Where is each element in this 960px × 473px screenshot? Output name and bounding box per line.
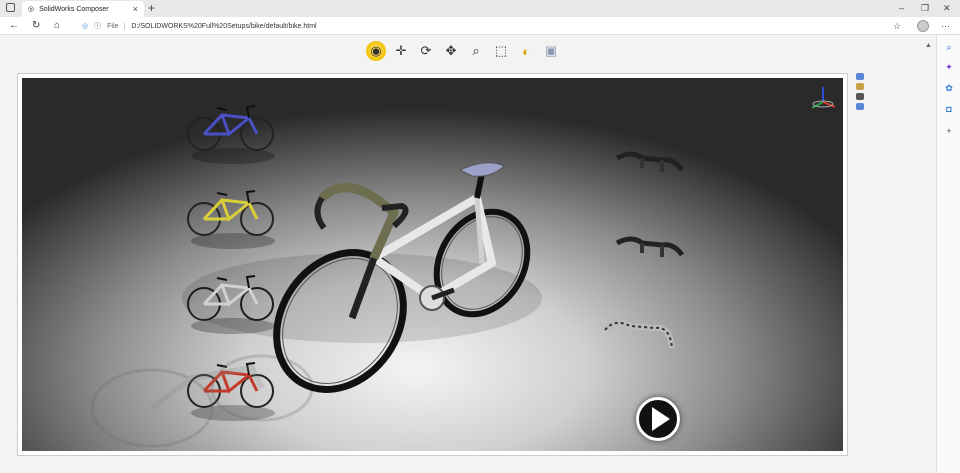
reload-button[interactable]: ↻ — [32, 18, 40, 34]
handlebar-thumbnail-2[interactable] — [615, 236, 685, 257]
browser-menu-button[interactable]: ··· — [941, 18, 950, 34]
tab-title: SolidWorks Composer — [39, 5, 109, 13]
tab-solidworks-composer[interactable]: ◎ SolidWorks Composer × — [22, 1, 144, 17]
back-button[interactable]: ← — [9, 18, 19, 34]
browser-sidebar: ⌕ ✦ ✿ ◘ + — [936, 35, 960, 473]
minimize-button[interactable]: – — [899, 0, 904, 17]
games-icon[interactable]: ✿ — [943, 82, 955, 94]
axis-gizmo-icon[interactable] — [808, 82, 838, 112]
add-sidebar-app-icon[interactable]: + — [943, 125, 955, 137]
bike-thumbnail-yellow[interactable] — [187, 190, 275, 249]
address-bar-row: ← ↻ ⌂ ◎ ⓘ File D:/SOLIDWORKS%20Full%20Se… — [0, 17, 960, 35]
address-field[interactable]: ◎ ⓘ File D:/SOLIDWORKS%20Full%20Setups/b… — [76, 19, 911, 33]
scene-svg — [90, 105, 685, 448]
url-scheme-label: File — [107, 22, 126, 30]
lighting-button[interactable]: ◐ — [516, 41, 536, 61]
move-button[interactable]: ✥ — [441, 41, 461, 61]
url-text: D:/SOLIDWORKS%20Full%20Setups/bike/defau… — [131, 22, 317, 30]
tab-close-icon[interactable]: × — [133, 4, 138, 14]
viewer-side-icons — [856, 73, 866, 113]
pan-button[interactable]: ✛ — [391, 41, 411, 61]
handlebar-thumbnail-1[interactable] — [615, 151, 685, 172]
restore-button[interactable]: ❐ — [921, 0, 929, 17]
layers-icon[interactable] — [856, 83, 864, 90]
render-mode-button[interactable]: ▣ — [541, 41, 561, 61]
search-icon[interactable]: ⌕ — [943, 41, 955, 53]
composer-toolbar: ◉ ✛ ⟳ ✥ ⌕ ⬚ ◐ ▣ — [364, 38, 564, 64]
close-window-button[interactable]: ✕ — [943, 0, 951, 17]
properties-icon[interactable] — [856, 93, 864, 100]
view-cube-icon[interactable] — [856, 73, 864, 80]
profile-avatar[interactable] — [917, 20, 929, 32]
bike-thumbnail-blue[interactable] — [187, 105, 275, 164]
handlebar-thumbnail-3[interactable] — [602, 319, 675, 349]
favorites-icon[interactable]: ☆ — [893, 18, 901, 34]
copilot-icon[interactable]: ✦ — [943, 61, 955, 73]
select-mode-button[interactable]: ◉ — [366, 41, 386, 61]
site-info-icon[interactable]: ◎ — [82, 22, 88, 30]
collaboration-icon[interactable] — [856, 103, 864, 110]
play-icon — [651, 407, 670, 431]
new-tab-button[interactable]: + — [148, 0, 155, 17]
info-icon[interactable]: ⓘ — [94, 21, 101, 31]
rotate-button[interactable]: ⟳ — [416, 41, 436, 61]
play-animation-button[interactable] — [636, 397, 680, 441]
zoom-area-button[interactable]: ⬚ — [491, 41, 511, 61]
tab-strip: ◎ SolidWorks Composer × + – ❐ ✕ — [0, 0, 960, 17]
bike-reflection — [90, 354, 314, 448]
page-favicon-icon: ◎ — [28, 6, 35, 13]
scrollbar-up-arrow[interactable]: ▲ — [925, 42, 932, 49]
3d-viewport[interactable] — [22, 78, 843, 451]
home-button[interactable]: ⌂ — [54, 18, 60, 34]
zoom-button[interactable]: ⌕ — [466, 41, 486, 61]
outlook-icon[interactable]: ◘ — [943, 103, 955, 115]
tab-actions-icon[interactable] — [6, 3, 15, 12]
